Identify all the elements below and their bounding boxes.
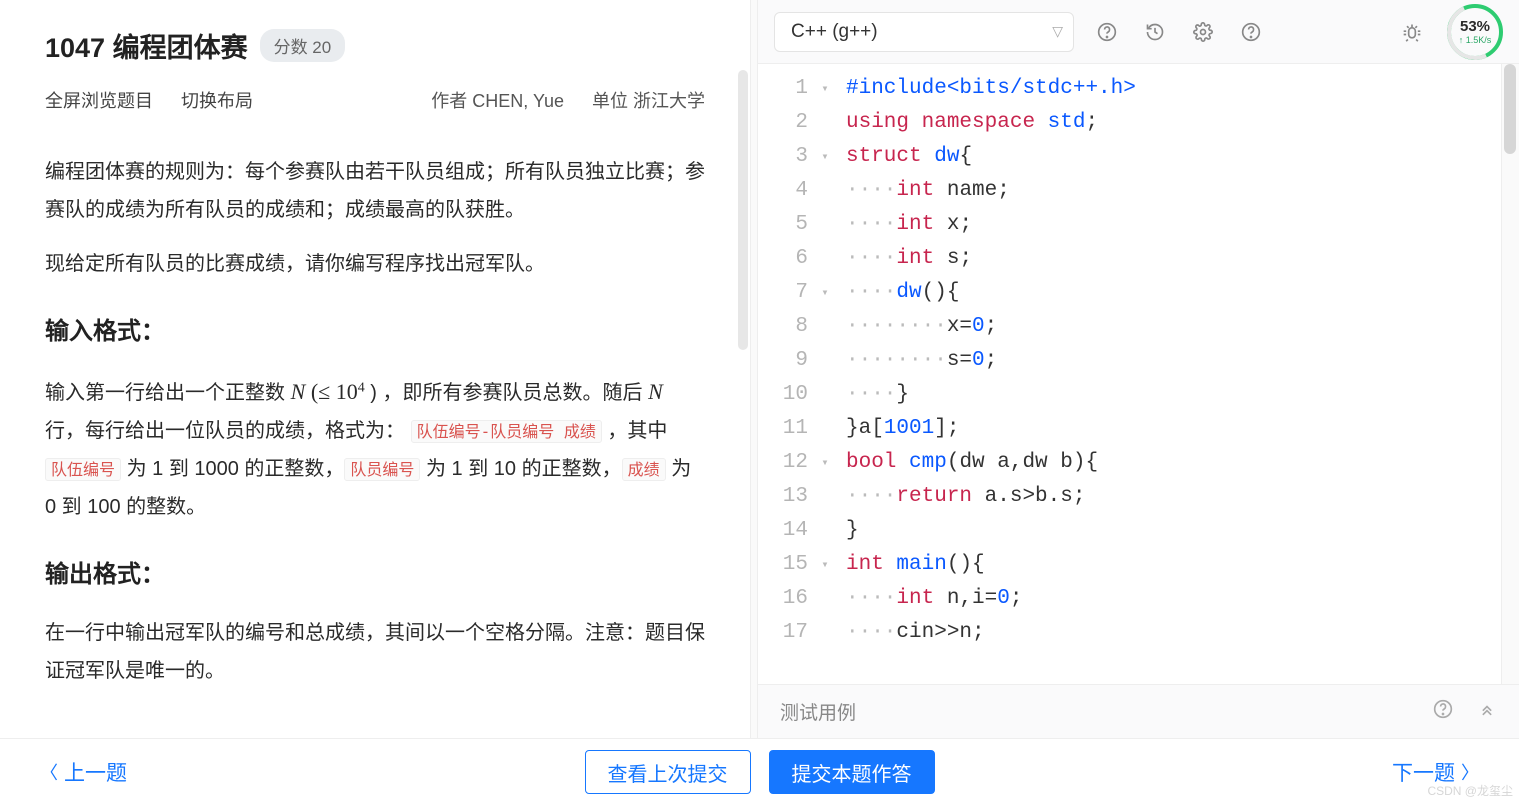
progress-dial: 53% ↑ 1.5K/s (1447, 4, 1503, 60)
code-line[interactable]: ····} (846, 378, 1136, 412)
language-label: C++ (g++) (791, 21, 878, 43)
progress-percent: 53% (1460, 18, 1490, 35)
problem-title: 1047 编程团体赛 (45, 26, 248, 65)
bug-icon[interactable] (1395, 15, 1429, 49)
author-label: 作者 CHEN, Yue (431, 87, 564, 113)
code-line[interactable]: } (846, 514, 1136, 548)
problem-scrollbar[interactable] (738, 70, 748, 350)
view-last-submit-button[interactable]: 查看上次提交 (585, 750, 751, 794)
language-select[interactable]: C++ (g++) ▽ (774, 12, 1074, 52)
code-editor[interactable]: 1234567891011121314151617 ▾▾▾▾▾ #include… (758, 64, 1519, 684)
input-heading: 输入格式： (45, 309, 705, 355)
link-fullscreen[interactable]: 全屏浏览题目 (45, 87, 153, 113)
team-tag: 队伍编号 (45, 458, 121, 481)
problem-para: 编程团体赛的规则为：每个参赛队由若干队员组成；所有队员独立比赛；参赛队的成绩为所… (45, 153, 705, 229)
code-line[interactable]: struct dw{ (846, 140, 1136, 174)
watermark: CSDN @龙玺尘 (1427, 782, 1513, 799)
code-line[interactable]: }a[1001]; (846, 412, 1136, 446)
code-line[interactable]: int main(){ (846, 548, 1136, 582)
tests-label: 测试用例 (780, 698, 856, 725)
format-tag: 队伍编号-队员编号 成绩 (411, 420, 602, 443)
code-line[interactable]: ····return a.s>b.s; (846, 480, 1136, 514)
problem-body: 编程团体赛的规则为：每个参赛队由若干队员组成；所有队员独立比赛；参赛队的成绩为所… (45, 153, 705, 690)
code-line[interactable]: using namespace std; (846, 106, 1136, 140)
code-line[interactable]: ····cin>>n; (846, 616, 1136, 650)
editor-toolbar: C++ (g++) ▽ 53% ↑ 1.5K/s (758, 0, 1519, 64)
code-line[interactable]: #include<bits/stdc++.h> (846, 72, 1136, 106)
input-para: 输入第一行给出一个正整数 N (≤ 104 ) ，即所有参赛队员总数。随后 N … (45, 371, 705, 527)
chevron-left-icon: 〈 (40, 759, 58, 785)
collapse-up-icon[interactable] (1477, 699, 1497, 725)
code-line[interactable]: ········s=0; (846, 344, 1136, 378)
submit-button[interactable]: 提交本题作答 (769, 750, 935, 794)
gear-icon[interactable] (1186, 15, 1220, 49)
help-icon[interactable] (1433, 699, 1453, 725)
editor-scrollbar[interactable] (1501, 64, 1519, 684)
code-panel: C++ (g++) ▽ 53% ↑ 1.5K/s 123456789101112… (758, 0, 1519, 738)
link-layout[interactable]: 切换布局 (181, 87, 253, 113)
code-line[interactable]: ····dw(){ (846, 276, 1136, 310)
code-line[interactable]: ····int x; (846, 208, 1136, 242)
test-cases-bar[interactable]: 测试用例 (758, 684, 1519, 738)
help-icon[interactable] (1090, 15, 1124, 49)
history-icon[interactable] (1138, 15, 1172, 49)
code-line[interactable]: ····int s; (846, 242, 1136, 276)
prev-problem-link[interactable]: 〈 上一题 (40, 757, 127, 787)
progress-rate: ↑ 1.5K/s (1459, 35, 1492, 45)
output-heading: 输出格式： (45, 552, 705, 598)
bottom-nav: 〈 上一题 查看上次提交 提交本题作答 下一题 〉 (0, 738, 1519, 805)
code-line[interactable]: bool cmp(dw a,dw b){ (846, 446, 1136, 480)
score-tag: 成绩 (622, 458, 666, 481)
code-line[interactable]: ········x=0; (846, 310, 1136, 344)
problem-panel: 1047 编程团体赛 分数 20 全屏浏览题目 切换布局 作者 CHEN, Yu… (0, 0, 750, 738)
problem-para: 现给定所有队员的比赛成绩，请你编写程序找出冠军队。 (45, 245, 705, 283)
score-badge: 分数 20 (260, 29, 346, 62)
chevron-down-icon: ▽ (1052, 23, 1063, 40)
help2-icon[interactable] (1234, 15, 1268, 49)
member-tag: 队员编号 (344, 458, 420, 481)
output-para: 在一行中输出冠军队的编号和总成绩，其间以一个空格分隔。注意：题目保证冠军队是唯一… (45, 614, 705, 690)
affiliation-label: 单位 浙江大学 (592, 87, 705, 113)
code-line[interactable]: ····int name; (846, 174, 1136, 208)
code-line[interactable]: ····int n,i=0; (846, 582, 1136, 616)
panel-divider[interactable] (750, 0, 758, 738)
